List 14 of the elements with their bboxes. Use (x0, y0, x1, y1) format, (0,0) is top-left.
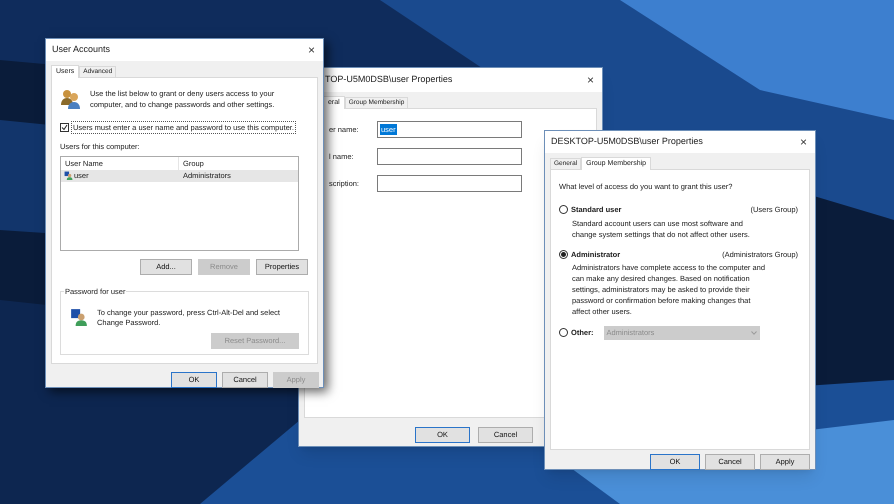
radio-button[interactable] (559, 205, 568, 214)
close-button[interactable]: × (800, 136, 807, 148)
input-field[interactable] (377, 148, 522, 165)
radio-button[interactable] (559, 250, 568, 259)
close-button[interactable]: × (308, 44, 315, 56)
checkbox[interactable] (60, 123, 69, 132)
close-button[interactable]: × (586, 74, 594, 86)
user-icon (64, 171, 73, 180)
input-field[interactable] (377, 175, 522, 192)
window-title: User Accounts (52, 43, 110, 56)
users-icon (60, 88, 82, 110)
caret-icon (750, 330, 756, 335)
window-title: TOP-U5M0DSB\user Properties (325, 73, 452, 86)
window-title: DESKTOP-U5M0DSB\user Properties (551, 135, 703, 148)
